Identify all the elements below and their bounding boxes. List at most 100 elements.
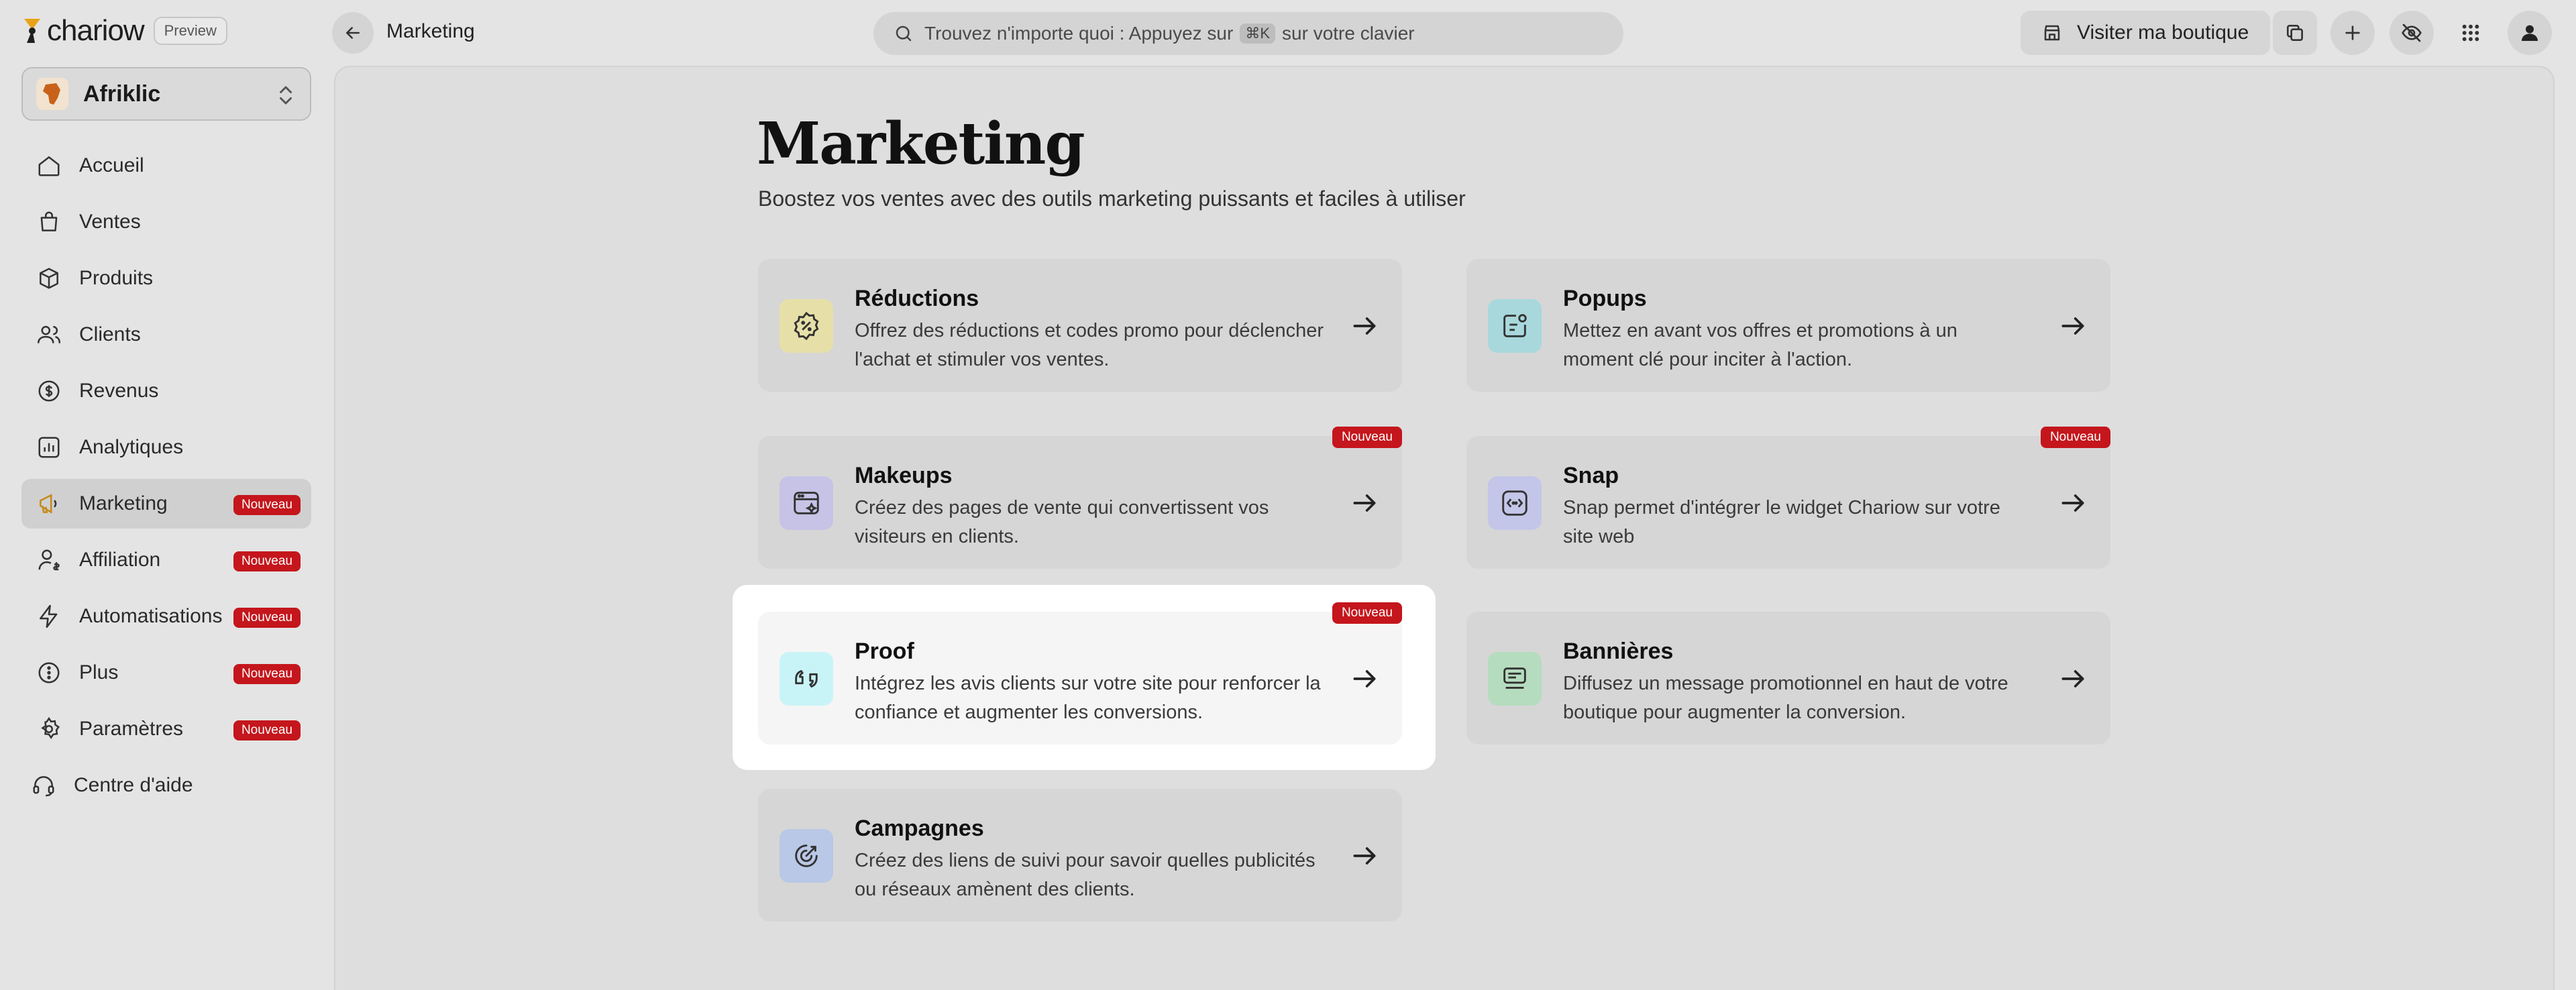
sidebar-item-revenus[interactable]: Revenus <box>21 366 311 416</box>
sidebar-item-accueil[interactable]: Accueil <box>21 141 311 190</box>
arrow-right-icon <box>1353 494 1376 512</box>
card-description: Intégrez les avis clients sur votre site… <box>855 673 1321 723</box>
sidebar-item-label: Revenus <box>79 380 159 402</box>
card-title: Proof <box>855 639 914 664</box>
new-badge: Nouveau <box>233 664 301 684</box>
eye-off-icon <box>2402 23 2422 42</box>
workspace-switcher[interactable]: Afriklic <box>21 67 311 121</box>
logo-text: chariow <box>47 14 145 47</box>
sidebar-item-label: Centre d'aide <box>74 774 193 796</box>
card-makeups[interactable]: Nouveau Makeups Créez des pages de vente… <box>758 427 1402 569</box>
sidebar-item-affiliation[interactable]: Affiliation Nouveau <box>21 535 311 585</box>
page-builder-icon <box>794 492 819 514</box>
new-badge: Nouveau <box>233 720 301 740</box>
card-reductions[interactable]: Réductions Offrez des réductions et code… <box>758 259 1402 392</box>
card-title: Bannières <box>1563 639 1674 664</box>
card-snap[interactable]: Nouveau Snap Snap permet d'intégrer le w… <box>1466 427 2110 569</box>
card-icon-box <box>780 476 833 530</box>
sidebar-item-analytiques[interactable]: Analytiques <box>21 423 311 472</box>
page-subtitle: Boostez vos ventes avec des outils marke… <box>758 186 1466 211</box>
sidebar-item-ventes[interactable]: Ventes <box>21 197 311 247</box>
page-title: Marketing <box>757 110 1085 178</box>
workspace-avatar <box>36 78 68 110</box>
logo-icon <box>24 19 40 43</box>
card-description: Créez des pages de vente qui convertisse… <box>855 497 1269 547</box>
card-icon-box <box>1488 476 1542 530</box>
card-icon-box <box>780 829 833 883</box>
shopping-bag-icon <box>40 211 58 231</box>
new-badge: Nouveau <box>233 551 301 571</box>
card-icon-box <box>1488 652 1542 706</box>
card-description: Offrez des réductions et codes promo pou… <box>855 320 1324 370</box>
bolt-icon <box>40 604 58 628</box>
grid-icon <box>2462 24 2479 42</box>
gear-icon <box>41 716 60 739</box>
search-icon <box>896 25 912 42</box>
headset-icon <box>33 776 54 797</box>
arrow-right-icon <box>1353 317 1376 335</box>
card-description: Mettez en avant vos offres et promotions… <box>1563 320 1957 370</box>
sidebar-item-label: Affiliation <box>79 549 161 571</box>
card-proof[interactable]: Nouveau Proof Intégrez les avis clients … <box>758 602 1402 745</box>
chevron-updown-icon <box>280 86 292 105</box>
box-icon <box>40 268 58 289</box>
sidebar-item-clients[interactable]: Clients <box>21 310 311 360</box>
workspace-name: Afriklic <box>83 80 161 107</box>
search-bar[interactable]: Trouvez n'importe quoi : Appuyez sur ⌘K … <box>873 12 1623 55</box>
plus-icon <box>2345 25 2360 40</box>
card-title: Popups <box>1563 286 1647 311</box>
sidebar-item-label: Ventes <box>79 211 141 233</box>
hide-amounts-button[interactable] <box>2390 11 2434 55</box>
arrow-right-icon <box>1353 670 1376 688</box>
card-icon-box <box>780 652 833 706</box>
arrow-right-icon <box>2061 670 2084 688</box>
card-icon-box <box>1488 299 1542 353</box>
copy-link-button[interactable] <box>2273 11 2317 55</box>
card-title: Snap <box>1563 463 1619 488</box>
sidebar-item-label: Automatisations <box>79 605 223 627</box>
profile-button[interactable] <box>2508 11 2552 55</box>
sidebar-item-centre-aide[interactable]: Centre d'aide <box>21 761 311 810</box>
sidebar-nav: Accueil Ventes Produits Clients Revenus … <box>21 141 311 817</box>
africa-logo-icon <box>36 78 68 110</box>
preview-badge: Preview <box>153 17 227 45</box>
top-bar: chariow Preview Marketing Trouvez n'impo… <box>0 0 2576 66</box>
new-badge: Nouveau <box>233 608 301 628</box>
arrow-right-icon <box>2061 494 2084 512</box>
affiliate-icon <box>38 549 60 571</box>
arrow-right-icon <box>2061 317 2084 335</box>
sidebar-item-label: Produits <box>79 267 154 289</box>
add-button[interactable] <box>2330 11 2375 55</box>
arrow-right-icon <box>1353 847 1376 865</box>
more-icon <box>38 662 60 683</box>
dollar-icon <box>38 380 60 402</box>
breadcrumb-title: Marketing <box>386 20 475 42</box>
sidebar-item-marketing[interactable]: Marketing Nouveau <box>21 479 311 529</box>
card-campagnes[interactable]: Campagnes Créez des liens de suivi pour … <box>758 789 1402 922</box>
chariow-logo[interactable]: chariow Preview <box>20 16 227 46</box>
sidebar-item-plus[interactable]: Plus Nouveau <box>21 648 311 698</box>
card-popups[interactable]: Popups Mettez en avant vos offres et pro… <box>1466 259 2110 392</box>
marketing-icon <box>40 494 57 514</box>
popup-icon <box>1503 314 1527 337</box>
apps-button[interactable] <box>2449 11 2493 55</box>
card-title: Makeups <box>855 463 953 488</box>
sidebar-item-parametres[interactable]: Paramètres Nouveau <box>21 704 311 754</box>
new-badge: Nouveau <box>1332 602 1402 624</box>
reviews-icon <box>795 670 818 688</box>
card-bannieres[interactable]: Bannières Diffusez un message promotionn… <box>1466 612 2110 745</box>
new-badge: Nouveau <box>2040 427 2110 448</box>
visit-store-button[interactable]: Visiter ma boutique <box>2021 11 2270 55</box>
card-icon-box <box>780 299 833 353</box>
card-title: Campagnes <box>855 816 984 841</box>
sidebar-item-automatisations[interactable]: Automatisations Nouveau <box>21 592 311 641</box>
discount-badge-icon <box>794 311 819 341</box>
sidebar-item-produits[interactable]: Produits <box>21 254 311 303</box>
card-description: Diffusez un message promotionnel en haut… <box>1563 673 2008 723</box>
users-icon <box>37 325 61 343</box>
store-icon <box>2044 25 2060 41</box>
user-avatar-icon <box>2522 25 2538 41</box>
back-button[interactable] <box>332 12 374 54</box>
widget-icon <box>1502 490 1527 516</box>
copy-icon <box>2287 25 2303 41</box>
